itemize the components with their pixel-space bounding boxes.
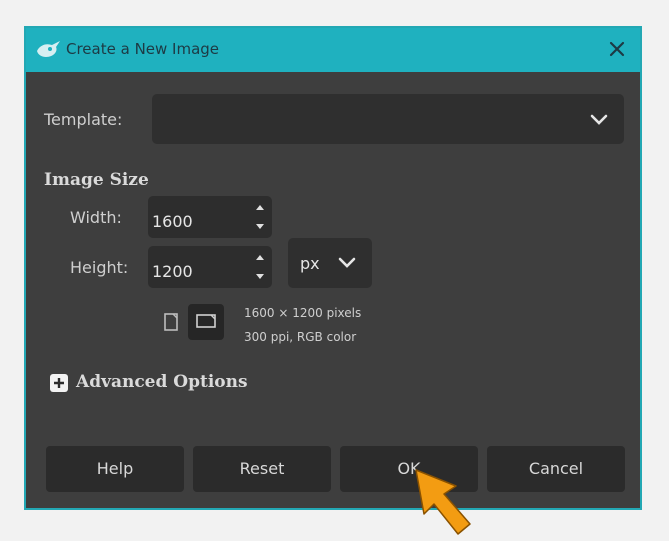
reset-button[interactable]: Reset [193,446,331,492]
height-spinner [148,246,272,288]
height-input[interactable] [148,246,248,288]
image-dimensions-info: 1600 × 1200 pixels [244,306,362,320]
width-stepper-buttons[interactable] [248,196,272,238]
ok-button[interactable]: OK [340,446,478,492]
stepper-arrows-icon [256,205,264,229]
width-label: Width: [70,208,122,227]
expand-plus-icon [50,374,68,392]
advanced-options-label: Advanced Options [76,372,248,392]
landscape-orientation-icon[interactable] [188,304,224,340]
image-resolution-info: 300 ppi, RGB color [244,330,357,344]
image-size-heading: Image Size [44,170,149,190]
height-stepper-buttons[interactable] [248,246,272,288]
help-button[interactable]: Help [46,446,184,492]
close-icon[interactable] [606,38,628,60]
unit-dropdown[interactable]: px [288,238,372,288]
height-label: Height: [70,258,129,277]
width-spinner [148,196,272,238]
width-input[interactable] [148,196,248,238]
cancel-button[interactable]: Cancel [487,446,625,492]
stepper-arrows-icon [256,255,264,279]
dialog-title: Create a New Image [66,40,220,58]
template-label: Template: [44,110,123,129]
chevron-down-icon [590,114,608,125]
unit-value: px [300,254,320,273]
dialog-titlebar[interactable]: Create a New Image [26,28,640,72]
create-new-image-dialog: Create a New Image Template: Image Size … [24,26,642,510]
chevron-down-icon [338,257,356,268]
portrait-orientation-icon[interactable] [156,308,186,338]
gimp-logo-icon [37,41,60,57]
template-dropdown[interactable] [152,94,624,144]
